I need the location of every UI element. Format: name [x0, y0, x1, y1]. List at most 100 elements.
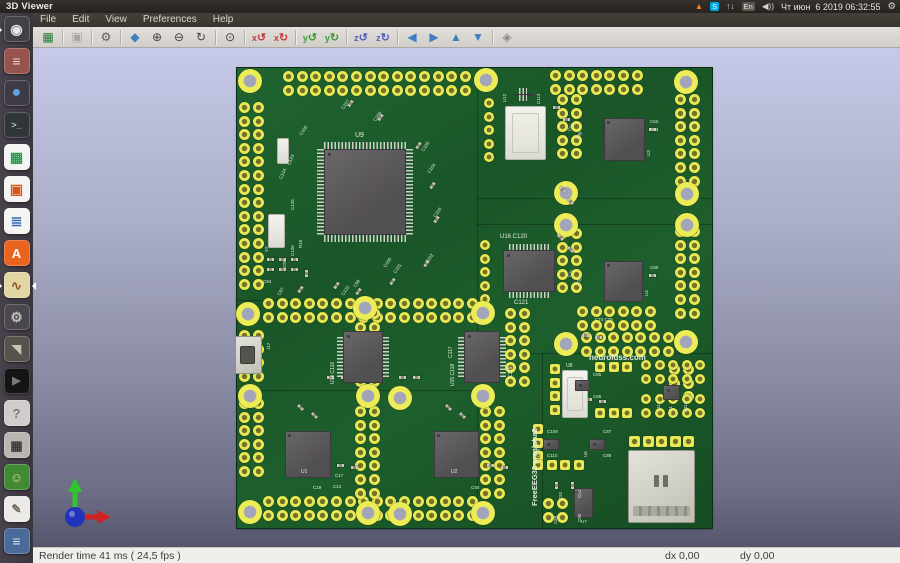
zoom-out-button[interactable]: ⊖ — [168, 28, 190, 47]
pad — [695, 407, 706, 418]
chip-body — [604, 118, 645, 161]
viewport-3d[interactable]: U9 U12 C113 U16 C120 C121 U14 C116 C117 U15 C11… — [33, 48, 900, 547]
launcher-archive-manager-icon: ≡ — [12, 53, 21, 69]
launcher-help[interactable]: ? — [3, 400, 30, 426]
launcher-kicad-eeschema[interactable]: ∿ — [0, 272, 36, 298]
pad — [688, 307, 700, 319]
launcher-archive-manager[interactable]: ≡ — [3, 48, 30, 74]
pad — [560, 460, 571, 470]
zoom-fit-button[interactable]: ◆ — [124, 28, 146, 47]
skype-tray-icon[interactable]: S — [710, 2, 720, 11]
toolbar-separator — [120, 29, 121, 45]
launcher-notes[interactable]: ✎ — [3, 496, 30, 522]
pad — [649, 345, 660, 357]
reload-board-button[interactable]: ▦ — [37, 28, 59, 47]
sd-slot — [653, 475, 659, 488]
pad — [550, 364, 560, 374]
vlc-tray-icon[interactable]: ▲ — [695, 0, 703, 13]
launcher-chromium[interactable]: ● — [3, 80, 30, 106]
capacitor — [296, 403, 305, 412]
launcher-vector-tool[interactable]: ▶ — [3, 368, 30, 394]
mount-hole — [675, 213, 699, 237]
pad — [368, 460, 380, 472]
launcher-3d-viewer[interactable]: ◉ — [0, 16, 30, 42]
copy-image-button[interactable]: ▣ — [66, 28, 88, 47]
menu-view[interactable]: View — [97, 13, 135, 27]
launcher-calculator[interactable]: ▦ — [3, 432, 30, 458]
pad — [608, 362, 619, 372]
running-indicator — [0, 282, 2, 290]
launcher-libreoffice-calc[interactable]: ▦ — [3, 144, 30, 170]
capacitor — [413, 376, 420, 379]
silkscreen-label: R10 — [298, 239, 303, 248]
zoom-redraw-button[interactable]: ⊙ — [219, 28, 241, 47]
rotate-x-neg-button[interactable]: x↻ — [270, 28, 292, 47]
render-options-button[interactable]: ⚙ — [95, 28, 117, 47]
pad — [669, 436, 681, 447]
pan-up-button[interactable]: ▲ — [445, 28, 467, 47]
launcher-chromium-icon: ● — [11, 84, 22, 101]
zoom-in-button[interactable]: ⊕ — [146, 28, 168, 47]
launcher-libreoffice-impress[interactable]: ▣ — [3, 176, 30, 202]
launcher-monkey-app[interactable]: ☺ — [3, 464, 30, 490]
pad — [355, 487, 366, 499]
pan-right-button[interactable]: ▶ — [423, 28, 445, 47]
rotate-y-neg-button[interactable]: y↻ — [321, 28, 343, 47]
pad — [459, 71, 471, 82]
mount-hole — [238, 69, 262, 93]
toolbar-separator — [215, 29, 216, 45]
silkscreen-label: C121 — [514, 300, 529, 306]
pad — [631, 83, 643, 95]
launcher-kicad-pcbnew[interactable]: ⚙ — [3, 304, 30, 330]
pad — [590, 306, 602, 317]
pad — [355, 446, 366, 458]
chip-body — [324, 149, 406, 235]
rotate-y-pos-button[interactable]: y↺ — [299, 28, 321, 47]
pan-down-button[interactable]: ▼ — [467, 28, 489, 47]
toolbar-separator — [397, 29, 398, 45]
pad — [590, 83, 602, 95]
pad — [453, 509, 465, 521]
menu-file[interactable]: File — [33, 13, 64, 27]
rotate-x-pos-button[interactable]: x↺ — [248, 28, 270, 47]
pad — [344, 509, 356, 521]
menu-edit[interactable]: Edit — [64, 13, 97, 27]
silkscreen-label: U10 — [536, 448, 541, 457]
pad — [484, 138, 494, 149]
redraw-button[interactable]: ↻ — [190, 28, 212, 47]
launcher-app-stack[interactable]: ≡ — [3, 528, 30, 554]
focused-indicator — [31, 282, 36, 290]
launcher-photo-tool[interactable]: ◥ — [3, 336, 30, 362]
unity-launcher: ◉ ≡ ● >_ ▦ ▣ ≣ A ∿ ⚙ ◥ ▶? ▦ ☺ ✎ ≡ — [0, 13, 36, 563]
pad — [239, 115, 250, 127]
rotate-z-neg-button[interactable]: z↻ — [372, 28, 394, 47]
launcher-font-manager[interactable]: A — [3, 240, 30, 266]
mount-hole — [554, 332, 578, 356]
launcher-libreoffice-writer[interactable]: ≣ — [3, 208, 30, 234]
pad — [252, 197, 264, 209]
pad — [385, 298, 397, 309]
pad — [484, 111, 494, 122]
pad — [252, 115, 264, 127]
pad — [557, 107, 568, 119]
clock[interactable]: Чт июн 6 2019 06:32:55 — [781, 2, 880, 12]
pad — [439, 509, 451, 521]
pad — [252, 251, 264, 263]
keyboard-layout-indicator[interactable]: En — [741, 2, 755, 11]
pan-left-button[interactable]: ◀ — [401, 28, 423, 47]
volume-tray-icon[interactable]: ◀)) — [762, 0, 774, 13]
network-tray-icon[interactable]: ↑↓ — [726, 0, 735, 13]
rotate-z-pos-button[interactable]: z↺ — [350, 28, 372, 47]
silkscreen-label: C21 — [333, 484, 342, 489]
session-gear-icon[interactable]: ⚙ — [887, 1, 896, 12]
silkscreen-label: C122 — [340, 284, 351, 297]
pad — [252, 238, 264, 249]
pad — [364, 84, 376, 96]
menu-preferences[interactable]: Preferences — [135, 13, 205, 27]
ortho-view-button[interactable]: ◈ — [496, 28, 518, 47]
menu-help[interactable]: Help — [205, 13, 242, 27]
launcher-terminal[interactable]: >_ — [3, 112, 30, 138]
pad — [688, 239, 700, 251]
mount-hole — [675, 182, 699, 206]
pin-col — [500, 337, 506, 377]
